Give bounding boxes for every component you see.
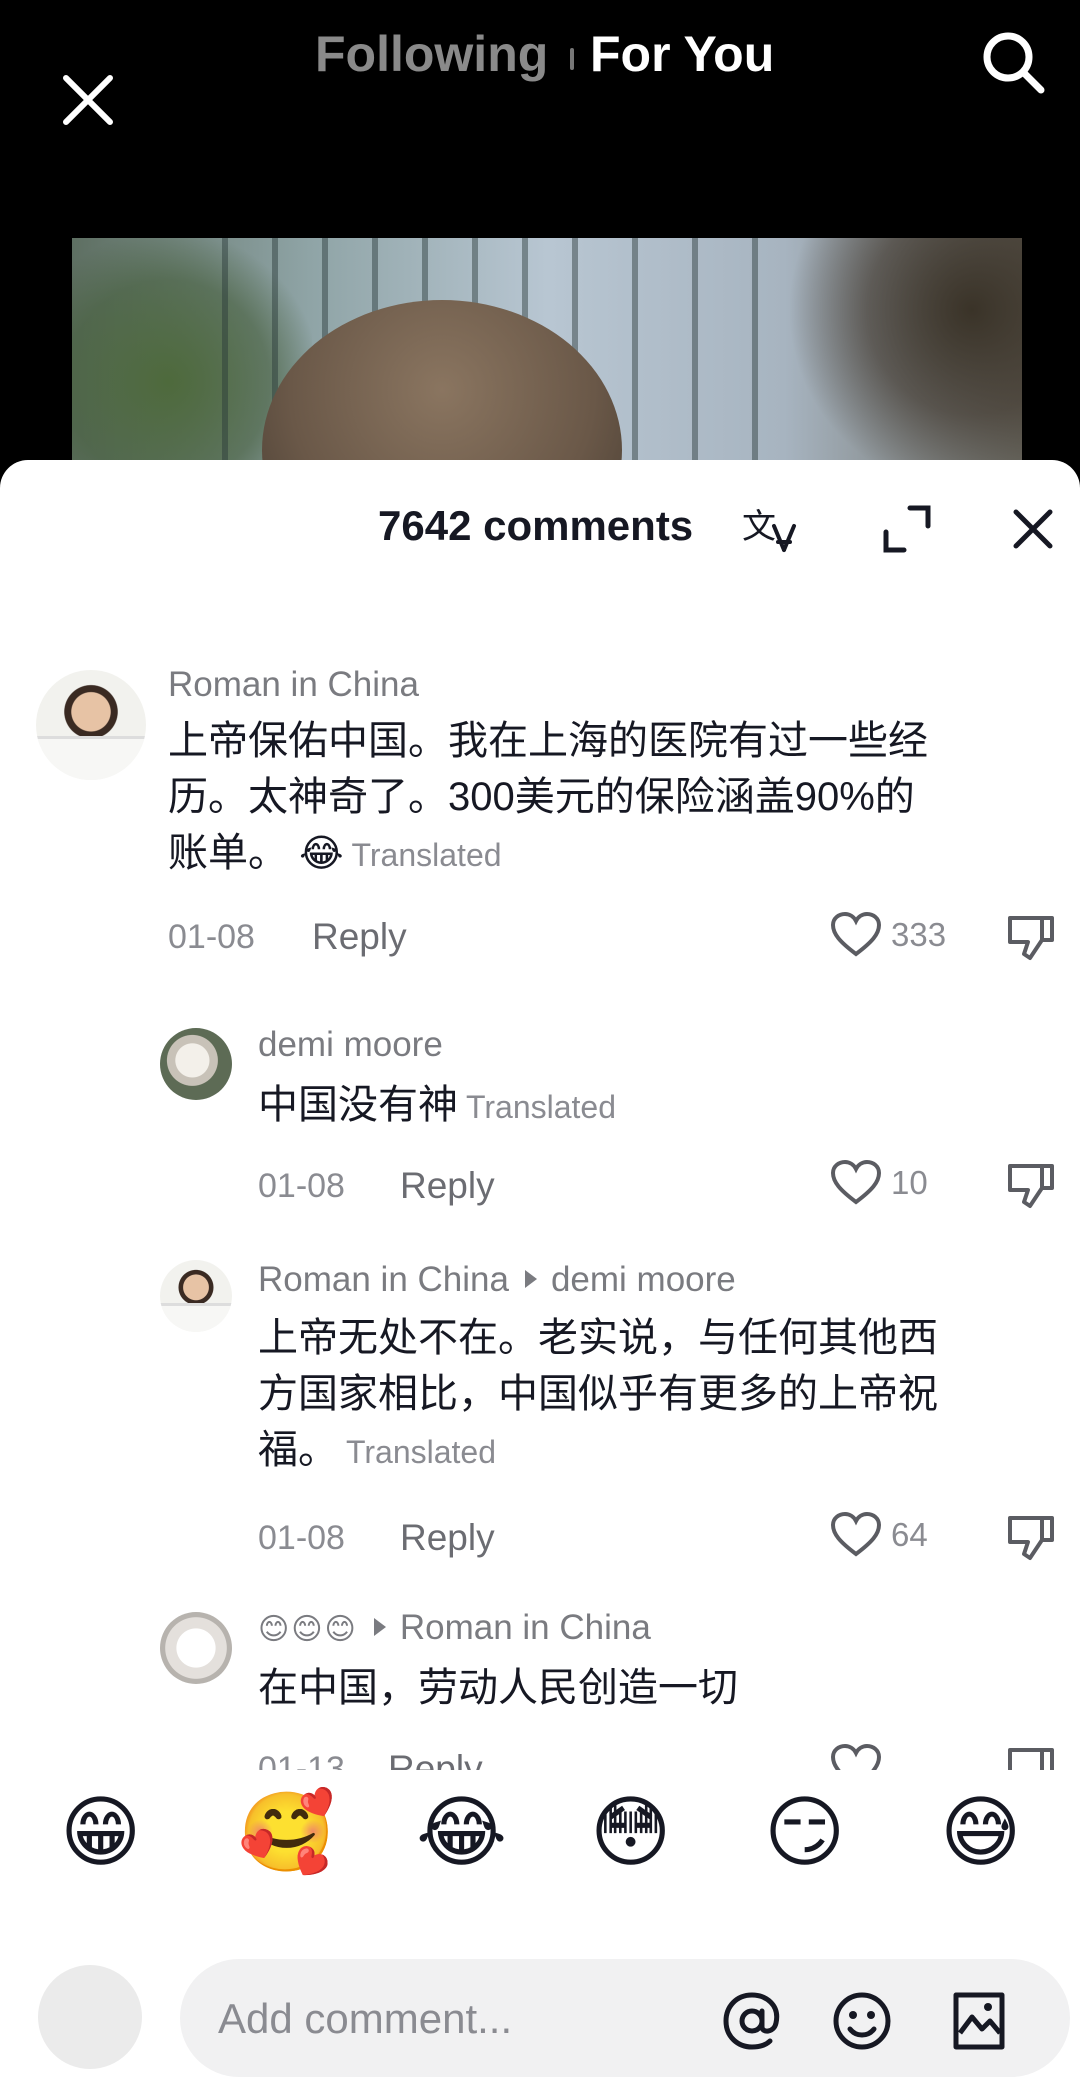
like-icon[interactable] [830, 1744, 882, 1770]
emoji-picker-icon[interactable] [830, 1989, 894, 2053]
like-icon[interactable] [830, 912, 882, 958]
comment-count: 7642 comments [378, 502, 694, 549]
dislike-icon[interactable] [1006, 1746, 1056, 1770]
mention-icon[interactable] [720, 1989, 784, 2053]
comment-date: 01-08 [258, 1519, 345, 1557]
dislike-icon[interactable] [1006, 1162, 1056, 1210]
emoji-tears-of-joy[interactable]: 😂 [416, 1782, 507, 1882]
translated-label: Translated [346, 1434, 496, 1470]
comment-username[interactable]: Roman in China demi moore [258, 1260, 736, 1300]
comment-text: 上帝保佑中国。我在上海的医院有过一些经 历。太神奇了。300美元的保险涵盖90%… [168, 719, 928, 875]
my-avatar [38, 1965, 142, 2069]
close-comments-icon[interactable] [1008, 504, 1058, 554]
sheet-header: 7642 comments 文 [0, 460, 1080, 590]
like-count: 10 [891, 1164, 928, 1201]
emoji-smirk[interactable]: 😏 [764, 1782, 845, 1882]
video-branch [772, 238, 1022, 478]
video-preview[interactable] [72, 238, 1022, 478]
reply-arrow-icon [524, 1269, 537, 1288]
like-count: 333 [891, 916, 947, 953]
comment-composer: Add comment... [0, 1945, 1080, 2085]
close-icon[interactable] [58, 70, 118, 130]
reply-button[interactable]: Reply [312, 916, 407, 958]
avatar[interactable] [160, 1612, 232, 1684]
comment-input-placeholder[interactable]: Add comment... [218, 1995, 512, 2043]
sticker-icon[interactable] [950, 1989, 1008, 2053]
reply-button[interactable]: Reply [400, 1165, 495, 1207]
comment-date: 01-08 [168, 918, 255, 956]
comment-username[interactable]: demi moore [258, 1025, 443, 1065]
top-bar: Following For You [0, 0, 1080, 230]
like-icon[interactable] [830, 1512, 882, 1558]
tab-for-you[interactable]: For You [590, 25, 774, 83]
video-person [262, 300, 622, 478]
comment-username[interactable]: 😊😊😊 Roman in China [258, 1608, 651, 1648]
emoji-grin[interactable]: 😁 [60, 1782, 141, 1882]
emoji-sweat-smile[interactable]: 😅 [940, 1782, 1021, 1882]
comment-date: 01-13 [258, 1750, 345, 1770]
comment-text: 中国没有神 Translated [258, 1083, 616, 1127]
comment-input[interactable]: Add comment... [180, 1959, 1070, 2077]
translate-icon[interactable]: 文 [740, 498, 800, 558]
emoji-flushed[interactable]: 😳 [590, 1782, 671, 1882]
search-icon[interactable] [978, 27, 1048, 97]
like-count: 64 [891, 1516, 928, 1553]
partial-row: 01-13 Reply [0, 1740, 1080, 1770]
emoji-quick-bar: 😁 🥰 😂 😳 😏 😅 [0, 1770, 1080, 1895]
comment-text: 上帝无处不在。老实说，与任何其他西 方国家相比，中国似乎有更多的上帝祝 福。 Tr… [258, 1316, 938, 1472]
dislike-icon[interactable] [1006, 1514, 1056, 1562]
reply-button[interactable]: Reply [388, 1748, 483, 1770]
avatar[interactable] [36, 670, 146, 780]
comment-date: 01-08 [258, 1167, 345, 1205]
avatar[interactable] [160, 1028, 232, 1100]
like-icon[interactable] [830, 1160, 882, 1206]
expand-icon[interactable] [880, 502, 934, 556]
reply-button[interactable]: Reply [400, 1517, 495, 1559]
translated-label: Translated [466, 1089, 616, 1125]
translated-label: Translated [351, 837, 502, 873]
comment-username[interactable]: Roman in China [168, 665, 419, 705]
tab-following[interactable]: Following [315, 25, 548, 83]
comment-text: 在中国，劳动人民创造一切 [258, 1666, 738, 1710]
reply-arrow-icon [373, 1617, 386, 1636]
emoji-smiling-hearts[interactable]: 🥰 [238, 1782, 335, 1882]
svg-text:文: 文 [742, 507, 776, 547]
dislike-icon[interactable] [1006, 914, 1056, 962]
avatar[interactable] [160, 1260, 232, 1332]
tab-divider [570, 48, 574, 70]
